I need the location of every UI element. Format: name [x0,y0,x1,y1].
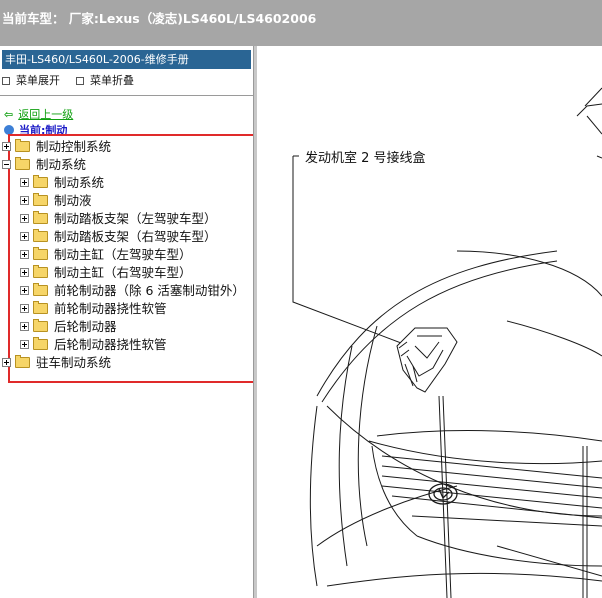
back-link[interactable]: ⇦ 返回上一级 [4,106,73,122]
expander-plus-icon[interactable] [20,214,29,223]
tree-item-label: 制动主缸（右驾驶车型） [54,265,192,280]
tree-item-label: 制动踏板支架（左驾驶车型） [54,211,217,226]
tree-item-label: 制动系统 [36,157,87,172]
folder-icon [15,157,30,170]
tree-item-label: 制动系统 [54,175,105,190]
tree-item-label: 制动主缸（左驾驶车型） [54,247,192,262]
tree-item-label: 制动踏板支架（右驾驶车型） [54,229,217,244]
current-model-label: 当前车型： 厂家:Lexus（凌志)LS460L/LS4602006 [2,11,317,26]
divider [0,95,253,96]
expand-all-button[interactable]: 菜单展开 [2,72,60,88]
expander-plus-icon[interactable] [20,196,29,205]
expander-plus-icon[interactable] [20,232,29,241]
folder-icon [33,337,48,350]
expander-plus-icon[interactable] [2,142,11,151]
expand-all-icon [2,77,10,85]
expander-plus-icon[interactable] [20,322,29,331]
tree-item-label: 驻车制动系统 [36,355,112,370]
expander-plus-icon[interactable] [2,358,11,367]
expander-plus-icon[interactable] [20,286,29,295]
expander-plus-icon[interactable] [20,250,29,259]
back-link-label: 返回上一级 [18,108,74,121]
tree-item-label: 后轮制动器 [54,319,117,334]
collapse-all-icon [76,77,84,85]
diagram-callout-label: 发动机室 2 号接线盒 [305,150,426,166]
folder-icon [33,265,48,278]
expander-plus-icon[interactable] [20,268,29,277]
window-title-bar: 当前车型： 厂家:Lexus（凌志)LS460L/LS4602006 [0,0,602,46]
arrow-left-icon: ⇦ [4,108,14,121]
expander-minus-icon[interactable] [2,160,11,169]
tree-item-label: 制动液 [54,193,92,208]
folder-icon [33,193,48,206]
tree-item-label: 制动控制系统 [36,139,112,154]
tree-item-label: 后轮制动器挠性软管 [54,337,167,352]
folder-icon [33,283,48,296]
collapse-all-label: 菜单折叠 [90,74,134,87]
folder-icon [15,139,30,152]
folder-icon [33,175,48,188]
tree-item-label: 前轮制动器（除 6 活塞制动钳外） [54,283,245,298]
navigation-pane: 丰田-LS460/LS460L-2006-维修手册 菜单展开 菜单折叠 ⇦ 返回上… [0,46,253,598]
expander-plus-icon[interactable] [20,304,29,313]
folder-icon [33,319,48,332]
folder-icon [33,301,48,314]
folder-icon [33,247,48,260]
manual-title: 丰田-LS460/LS460L-2006-维修手册 [2,50,251,69]
tree-item-label: 前轮制动器挠性软管 [54,301,167,316]
expander-plus-icon[interactable] [20,340,29,349]
expand-all-label: 菜单展开 [16,74,60,87]
folder-icon [15,355,30,368]
folder-icon [33,211,48,224]
collapse-all-button[interactable]: 菜单折叠 [76,72,134,88]
folder-icon [33,229,48,242]
expander-plus-icon[interactable] [20,178,29,187]
engine-compartment-diagram: 发动机室 2 号接线盒 [292,87,602,598]
